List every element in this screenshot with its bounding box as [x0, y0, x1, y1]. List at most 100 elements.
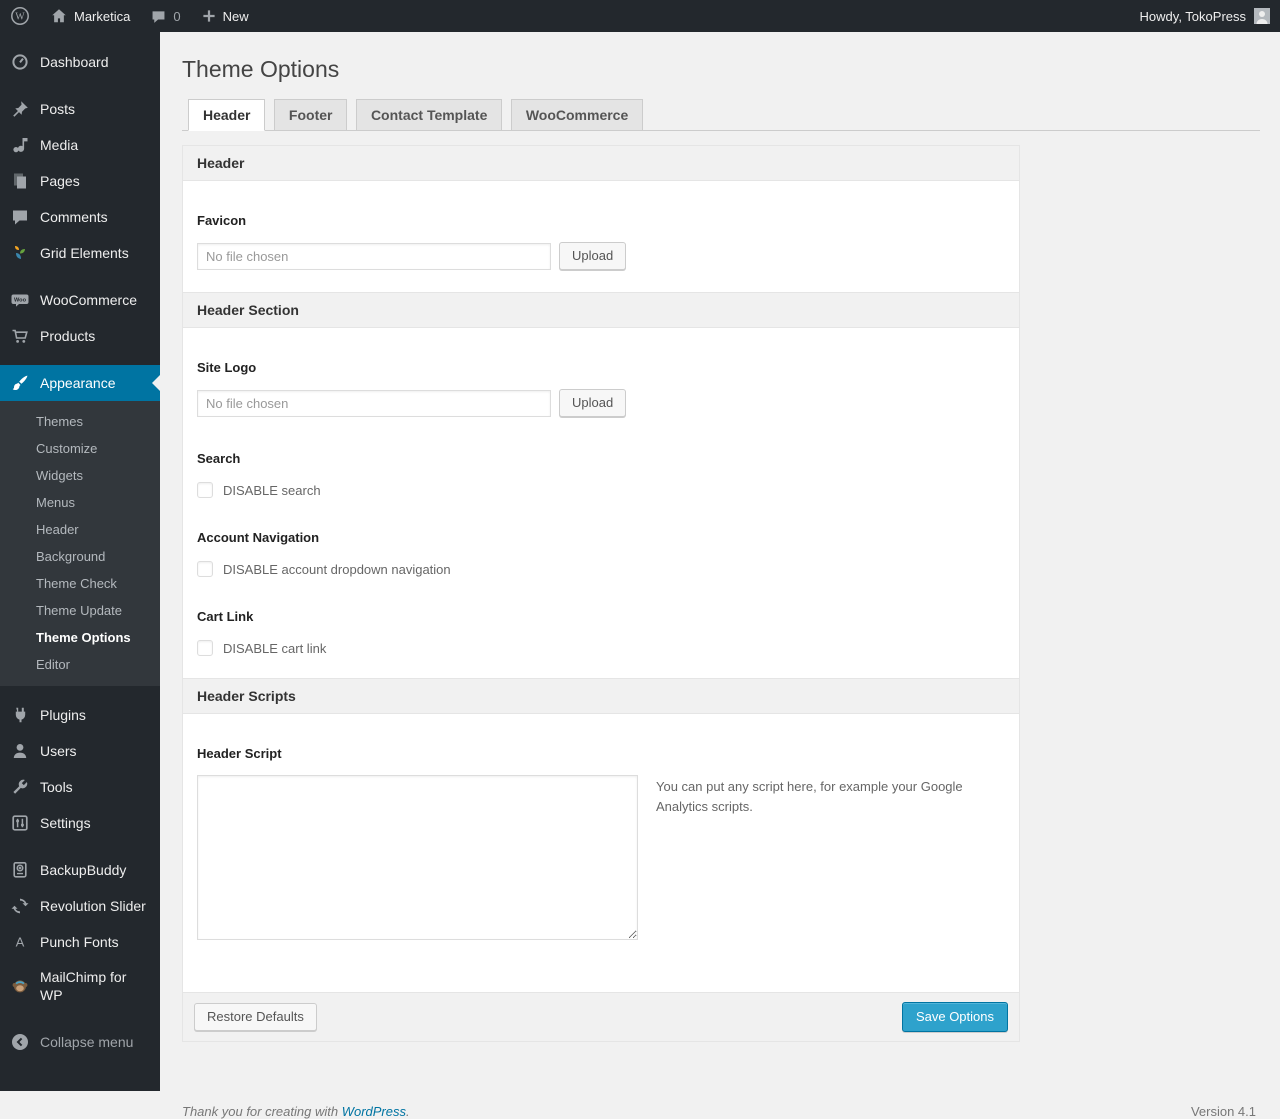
- comments-menu[interactable]: 0: [140, 0, 190, 32]
- sidebar-item-mailchimp[interactable]: MailChimp for WP: [0, 960, 160, 1012]
- svg-text:Woo: Woo: [14, 298, 27, 304]
- disable-search-label: DISABLE search: [223, 482, 321, 498]
- sidebar-item-comments[interactable]: Comments: [0, 199, 160, 235]
- theme-options-panel: Header Favicon Upload Header Section Sit…: [182, 145, 1020, 1042]
- header-script-textarea[interactable]: [197, 775, 638, 940]
- disable-cart-link-label: DISABLE cart link: [223, 640, 327, 656]
- letter-a-icon: A: [10, 932, 30, 952]
- sidebar-item-punch-fonts[interactable]: A Punch Fonts: [0, 924, 160, 960]
- site-logo-file-input[interactable]: [197, 389, 551, 417]
- site-name-label: Marketica: [74, 8, 131, 24]
- section-body-header: Favicon Upload: [183, 181, 1019, 292]
- footer-thanks-period: .: [406, 1104, 410, 1119]
- sidebar-item-posts[interactable]: Posts: [0, 91, 160, 127]
- wordpress-link[interactable]: WordPress: [342, 1104, 406, 1119]
- tab-contact-template[interactable]: Contact Template: [355, 99, 503, 131]
- comments-icon: [10, 207, 30, 227]
- header-script-field: Header Script You can put any script her…: [197, 746, 1005, 940]
- submenu-theme-options[interactable]: Theme Options: [0, 624, 160, 651]
- submenu-theme-check[interactable]: Theme Check: [0, 570, 160, 597]
- cart-link-label: Cart Link: [197, 609, 254, 624]
- section-body-header-section: Site Logo Upload Search DISABLE search A…: [183, 328, 1019, 678]
- footer-thanks: Thank you for creating with WordPress.: [182, 1104, 410, 1119]
- header-script-description: You can put any script here, for example…: [656, 779, 963, 814]
- plus-icon: [201, 8, 217, 24]
- submenu-editor[interactable]: Editor: [0, 651, 160, 678]
- svg-text:A: A: [16, 935, 25, 950]
- sidebar-item-tools[interactable]: Tools: [0, 769, 160, 805]
- submenu-themes[interactable]: Themes: [0, 408, 160, 435]
- sidebar-item-grid-elements[interactable]: Grid Elements: [0, 235, 160, 271]
- tab-woocommerce[interactable]: WooCommerce: [510, 99, 644, 131]
- restore-defaults-button[interactable]: Restore Defaults: [194, 1003, 317, 1031]
- tab-header[interactable]: Header: [188, 99, 266, 131]
- favicon-label: Favicon: [197, 213, 247, 228]
- sidebar-item-settings[interactable]: Settings: [0, 805, 160, 841]
- refresh-icon: [10, 896, 30, 916]
- sidebar-item-backupbuddy[interactable]: BackupBuddy: [0, 852, 160, 888]
- submenu-menus[interactable]: Menus: [0, 489, 160, 516]
- sidebar-item-revolution-slider[interactable]: Revolution Slider: [0, 888, 160, 924]
- site-name-menu[interactable]: Marketica: [40, 0, 140, 32]
- disable-cart-link-row: DISABLE cart link: [197, 640, 1005, 656]
- search-field: Search DISABLE search: [197, 451, 1005, 498]
- section-body-header-scripts: Header Script You can put any script her…: [183, 714, 1019, 992]
- collapse-menu-button[interactable]: Collapse menu: [0, 1024, 160, 1060]
- favicon-file-input[interactable]: [197, 242, 551, 270]
- svg-text:W: W: [15, 12, 25, 23]
- sidebar-item-woocommerce[interactable]: Woo WooCommerce: [0, 282, 160, 318]
- footer-version: Version 4.1: [1190, 1104, 1256, 1119]
- section-header-header-section: Header Section: [183, 292, 1019, 328]
- site-logo-field: Site Logo Upload: [197, 360, 1005, 417]
- panel-footer: Restore Defaults Save Options: [183, 992, 1019, 1041]
- disable-search-checkbox[interactable]: [197, 482, 213, 498]
- pages-icon: [10, 171, 30, 191]
- new-label: New: [222, 8, 249, 24]
- favicon-field: Favicon Upload: [197, 213, 1005, 270]
- wordpress-logo-menu[interactable]: W: [0, 0, 40, 32]
- settings-icon: [10, 813, 30, 833]
- comment-bubble-icon: [150, 8, 167, 25]
- admin-bar: W Marketica 0 New Howdy, TokoPress: [0, 0, 1280, 32]
- disable-account-nav-label: DISABLE account dropdown navigation: [223, 561, 451, 577]
- mailchimp-monkey-icon: [10, 976, 30, 996]
- howdy-menu[interactable]: Howdy, TokoPress: [1130, 0, 1280, 32]
- disable-account-nav-row: DISABLE account dropdown navigation: [197, 561, 1005, 577]
- save-options-button[interactable]: Save Options: [901, 1002, 1008, 1032]
- paintbrush-icon: [10, 373, 30, 393]
- submenu-customize[interactable]: Customize: [0, 435, 160, 462]
- sidebar-item-appearance[interactable]: Appearance: [0, 365, 160, 401]
- user-icon: [10, 741, 30, 761]
- header-script-label: Header Script: [197, 746, 282, 761]
- collapse-arrow-icon: [10, 1032, 30, 1052]
- submenu-background[interactable]: Background: [0, 543, 160, 570]
- grid-elements-icon: [10, 243, 30, 263]
- disable-account-nav-checkbox[interactable]: [197, 561, 213, 577]
- favicon-upload-button[interactable]: Upload: [559, 242, 627, 270]
- sidebar-item-products[interactable]: Products: [0, 318, 160, 354]
- plugin-icon: [10, 705, 30, 725]
- site-logo-label: Site Logo: [197, 360, 257, 375]
- dashboard-icon: [10, 52, 30, 72]
- new-menu[interactable]: New: [191, 0, 259, 32]
- tab-footer[interactable]: Footer: [273, 99, 348, 131]
- page-title: Theme Options: [182, 56, 340, 82]
- disable-search-row: DISABLE search: [197, 482, 1005, 498]
- howdy-label: Howdy, TokoPress: [1139, 8, 1246, 24]
- submenu-header[interactable]: Header: [0, 516, 160, 543]
- account-navigation-field: Account Navigation DISABLE account dropd…: [197, 530, 1005, 577]
- sidebar-item-media[interactable]: Media: [0, 127, 160, 163]
- tab-bar: Header Footer Contact Template WooCommer…: [182, 99, 1260, 131]
- cart-icon: [10, 326, 30, 346]
- media-icon: [10, 135, 30, 155]
- cart-link-field: Cart Link DISABLE cart link: [197, 609, 1005, 656]
- sidebar-item-plugins[interactable]: Plugins: [0, 697, 160, 733]
- submenu-widgets[interactable]: Widgets: [0, 462, 160, 489]
- backup-drive-icon: [10, 860, 30, 880]
- disable-cart-link-checkbox[interactable]: [197, 640, 213, 656]
- sidebar-item-pages[interactable]: Pages: [0, 163, 160, 199]
- submenu-theme-update[interactable]: Theme Update: [0, 597, 160, 624]
- sidebar-item-users[interactable]: Users: [0, 733, 160, 769]
- sidebar-item-dashboard[interactable]: Dashboard: [0, 44, 160, 80]
- site-logo-upload-button[interactable]: Upload: [559, 389, 627, 417]
